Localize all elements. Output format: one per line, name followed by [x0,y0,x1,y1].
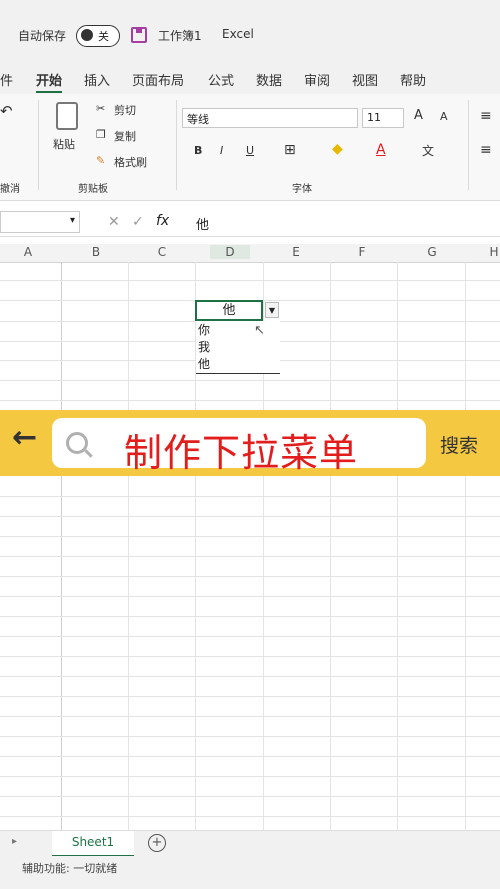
enter-icon[interactable]: ✓ [132,214,144,230]
column-f[interactable]: F [342,245,382,259]
fx-label[interactable]: fx [156,213,169,229]
border-icon[interactable]: ⊞ [284,142,296,158]
ribbon-tabs: 件 开始 插入 页面布局 公式 数据 审阅 视图 帮助 [0,66,500,94]
back-arrow-icon[interactable]: ← [12,420,37,455]
cancel-icon[interactable]: ✕ [108,214,120,230]
column-header: A B C D E F G H [0,244,500,263]
divider [176,100,177,190]
search-query: 制作下拉菜单 [124,431,359,475]
scroll-right-icon[interactable]: ▸ [12,836,17,847]
dropdown-option[interactable]: 你 [198,321,210,338]
search-box[interactable]: 制作下拉菜单 [52,418,426,475]
tab-help[interactable]: 帮助 [400,70,426,89]
cut-icon[interactable]: ✂ [96,102,105,115]
format-painter-icon[interactable]: ✎ [96,154,105,167]
copy-icon[interactable]: ❐ [96,128,106,141]
paste-button[interactable]: 粘贴 [53,136,75,152]
undo-icon[interactable]: ↶ [0,102,13,120]
save-icon[interactable] [131,27,147,43]
app-name: Excel [222,27,254,41]
toggle-knob [81,29,93,41]
italic-button[interactable]: I [220,144,223,157]
formula-bar: ▾ ✕ ✓ fx 他 [0,208,500,237]
sheet-bar: ▸ Sheet1 + [0,830,500,857]
column-h[interactable]: H [474,245,500,259]
bold-button[interactable]: B [194,144,202,157]
align-icon[interactable]: ≡ [480,108,492,124]
cursor-icon: ↖ [254,323,265,338]
shrink-font-button[interactable]: A [440,110,448,123]
underline-button[interactable]: U [246,144,254,157]
undo-group-label: 撤消 [0,184,20,195]
status-bar: 辅助功能: 一切就绪 [0,856,500,889]
document-name: 工作簿1 [158,29,202,43]
dropdown-option[interactable]: 我 [198,338,210,355]
search-button[interactable]: 搜索 [440,431,478,458]
font-size-select[interactable]: 11 [362,108,404,128]
copy-button[interactable]: 复制 [114,128,136,144]
formula-input[interactable]: 他 [196,214,209,233]
column-e[interactable]: E [276,245,316,259]
font-color-icon[interactable]: A [376,142,386,158]
column-a[interactable]: A [8,245,48,259]
tab-insert[interactable]: 插入 [84,70,110,89]
tab-formulas[interactable]: 公式 [208,70,234,89]
autosave-label: 自动保存 [18,29,67,43]
clipboard-group-label: 剪贴板 [78,184,108,195]
divider [468,100,469,190]
autosave-toggle[interactable]: 关 [76,25,120,47]
name-box[interactable]: ▾ [0,211,80,233]
toggle-state: 关 [98,30,109,43]
divider [38,100,39,190]
dropdown-arrow-button[interactable]: ▼ [265,302,279,318]
fill-color-icon[interactable]: ◆ [332,141,343,157]
search-icon [66,432,88,454]
tab-page-layout[interactable]: 页面布局 [132,70,184,89]
sheet-tab-sheet1[interactable]: Sheet1 [52,831,134,857]
tab-review[interactable]: 审阅 [304,70,330,89]
column-c[interactable]: C [142,245,182,259]
add-sheet-button[interactable]: + [148,834,166,852]
tab-data[interactable]: 数据 [256,70,282,89]
dropdown-list: 你 我 他 ↖ [196,321,280,374]
format-painter-button[interactable]: 格式刷 [114,154,147,170]
title-bar: 自动保存 关 工作簿1 Excel [0,0,500,66]
column-b[interactable]: B [76,245,116,259]
column-d[interactable]: D [210,245,250,259]
column-g[interactable]: G [412,245,452,259]
cut-button[interactable]: 剪切 [114,102,136,118]
tab-view[interactable]: 视图 [352,70,378,89]
dropdown-option[interactable]: 他 [198,355,210,372]
tab-home[interactable]: 开始 [36,70,63,93]
font-name-select[interactable]: 等线 [182,108,358,128]
font-group-label: 字体 [292,184,312,195]
accessibility-status[interactable]: 辅助功能: 一切就绪 [22,860,117,876]
active-cell[interactable]: 他 [195,300,263,321]
tab-file[interactable]: 件 [0,70,13,89]
chevron-down-icon[interactable]: ▾ [70,215,75,226]
phonetic-icon[interactable]: 文 [422,142,434,159]
align-left-icon[interactable]: ≡ [480,142,492,158]
grow-font-button[interactable]: A [414,108,423,123]
paste-icon[interactable] [56,102,78,130]
